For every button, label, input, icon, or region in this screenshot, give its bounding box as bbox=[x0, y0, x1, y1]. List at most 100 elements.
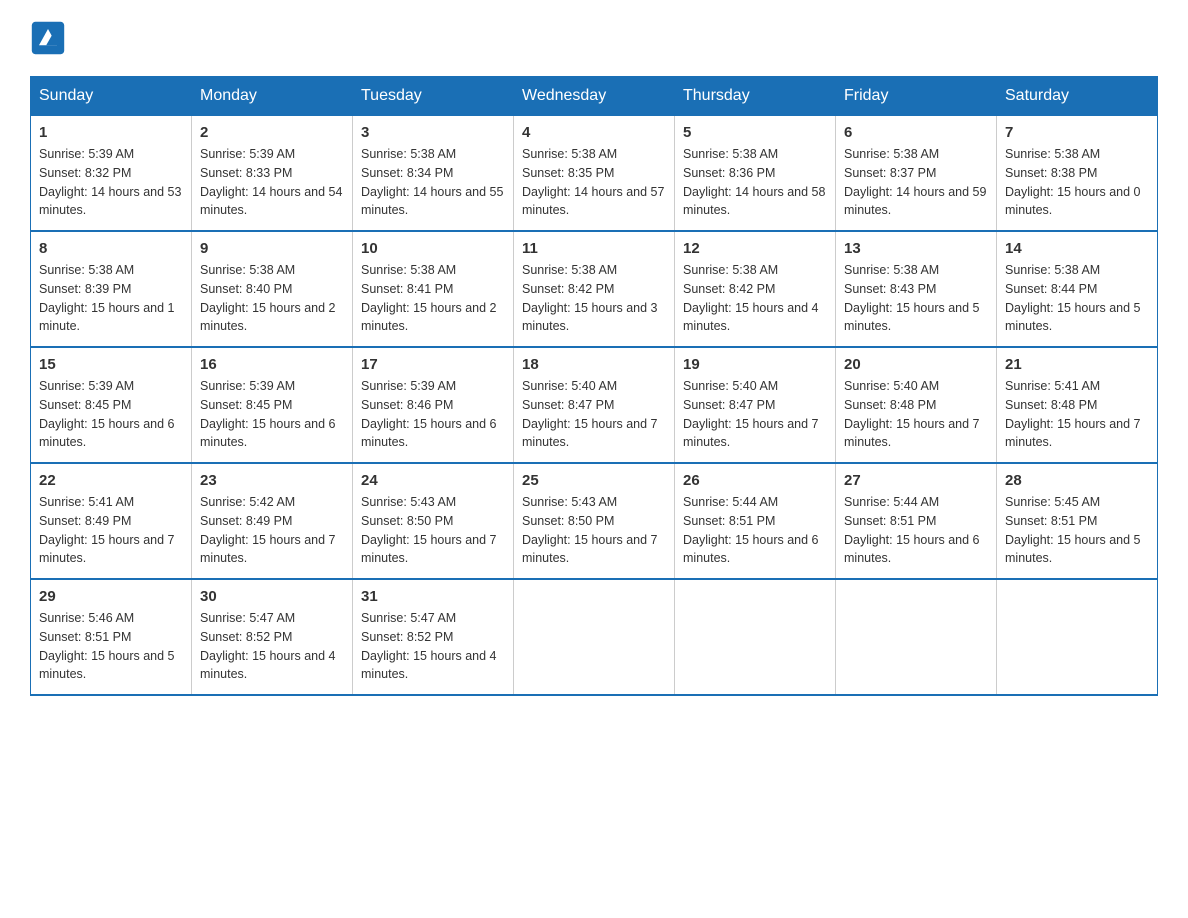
day-number: 17 bbox=[361, 356, 505, 373]
day-info: Sunrise: 5:44 AMSunset: 8:51 PMDaylight:… bbox=[844, 493, 988, 568]
day-info: Sunrise: 5:39 AMSunset: 8:46 PMDaylight:… bbox=[361, 377, 505, 452]
calendar-cell: 10 Sunrise: 5:38 AMSunset: 8:41 PMDaylig… bbox=[353, 231, 514, 347]
day-number: 18 bbox=[522, 356, 666, 373]
day-number: 12 bbox=[683, 240, 827, 257]
calendar-cell: 27 Sunrise: 5:44 AMSunset: 8:51 PMDaylig… bbox=[836, 463, 997, 579]
day-number: 16 bbox=[200, 356, 344, 373]
logo bbox=[30, 20, 70, 56]
day-info: Sunrise: 5:38 AMSunset: 8:35 PMDaylight:… bbox=[522, 145, 666, 220]
day-number: 7 bbox=[1005, 124, 1149, 141]
calendar-cell: 4 Sunrise: 5:38 AMSunset: 8:35 PMDayligh… bbox=[514, 116, 675, 232]
calendar-week-5: 29 Sunrise: 5:46 AMSunset: 8:51 PMDaylig… bbox=[31, 579, 1158, 695]
day-info: Sunrise: 5:38 AMSunset: 8:38 PMDaylight:… bbox=[1005, 145, 1149, 220]
day-number: 11 bbox=[522, 240, 666, 257]
day-info: Sunrise: 5:39 AMSunset: 8:32 PMDaylight:… bbox=[39, 145, 183, 220]
calendar-cell bbox=[997, 579, 1158, 695]
day-number: 29 bbox=[39, 588, 183, 605]
calendar-cell: 16 Sunrise: 5:39 AMSunset: 8:45 PMDaylig… bbox=[192, 347, 353, 463]
weekday-header-saturday: Saturday bbox=[997, 77, 1158, 116]
day-number: 10 bbox=[361, 240, 505, 257]
calendar-week-1: 1 Sunrise: 5:39 AMSunset: 8:32 PMDayligh… bbox=[31, 116, 1158, 232]
day-info: Sunrise: 5:38 AMSunset: 8:34 PMDaylight:… bbox=[361, 145, 505, 220]
day-number: 6 bbox=[844, 124, 988, 141]
calendar-week-4: 22 Sunrise: 5:41 AMSunset: 8:49 PMDaylig… bbox=[31, 463, 1158, 579]
calendar-cell bbox=[514, 579, 675, 695]
calendar-cell: 21 Sunrise: 5:41 AMSunset: 8:48 PMDaylig… bbox=[997, 347, 1158, 463]
day-info: Sunrise: 5:38 AMSunset: 8:36 PMDaylight:… bbox=[683, 145, 827, 220]
weekday-header-sunday: Sunday bbox=[31, 77, 192, 116]
day-info: Sunrise: 5:40 AMSunset: 8:48 PMDaylight:… bbox=[844, 377, 988, 452]
day-number: 22 bbox=[39, 472, 183, 489]
calendar-cell: 12 Sunrise: 5:38 AMSunset: 8:42 PMDaylig… bbox=[675, 231, 836, 347]
day-number: 1 bbox=[39, 124, 183, 141]
day-number: 2 bbox=[200, 124, 344, 141]
day-number: 24 bbox=[361, 472, 505, 489]
day-number: 19 bbox=[683, 356, 827, 373]
page-header bbox=[30, 20, 1158, 56]
day-number: 3 bbox=[361, 124, 505, 141]
calendar-cell: 28 Sunrise: 5:45 AMSunset: 8:51 PMDaylig… bbox=[997, 463, 1158, 579]
calendar-cell: 26 Sunrise: 5:44 AMSunset: 8:51 PMDaylig… bbox=[675, 463, 836, 579]
day-info: Sunrise: 5:39 AMSunset: 8:45 PMDaylight:… bbox=[39, 377, 183, 452]
calendar-cell: 3 Sunrise: 5:38 AMSunset: 8:34 PMDayligh… bbox=[353, 116, 514, 232]
day-info: Sunrise: 5:38 AMSunset: 8:42 PMDaylight:… bbox=[683, 261, 827, 336]
day-info: Sunrise: 5:39 AMSunset: 8:33 PMDaylight:… bbox=[200, 145, 344, 220]
calendar-cell: 20 Sunrise: 5:40 AMSunset: 8:48 PMDaylig… bbox=[836, 347, 997, 463]
day-number: 27 bbox=[844, 472, 988, 489]
calendar-week-2: 8 Sunrise: 5:38 AMSunset: 8:39 PMDayligh… bbox=[31, 231, 1158, 347]
day-info: Sunrise: 5:38 AMSunset: 8:41 PMDaylight:… bbox=[361, 261, 505, 336]
day-number: 25 bbox=[522, 472, 666, 489]
day-info: Sunrise: 5:46 AMSunset: 8:51 PMDaylight:… bbox=[39, 609, 183, 684]
day-info: Sunrise: 5:40 AMSunset: 8:47 PMDaylight:… bbox=[683, 377, 827, 452]
weekday-header-thursday: Thursday bbox=[675, 77, 836, 116]
calendar-cell: 6 Sunrise: 5:38 AMSunset: 8:37 PMDayligh… bbox=[836, 116, 997, 232]
day-number: 28 bbox=[1005, 472, 1149, 489]
calendar-cell: 30 Sunrise: 5:47 AMSunset: 8:52 PMDaylig… bbox=[192, 579, 353, 695]
day-info: Sunrise: 5:41 AMSunset: 8:49 PMDaylight:… bbox=[39, 493, 183, 568]
day-info: Sunrise: 5:38 AMSunset: 8:37 PMDaylight:… bbox=[844, 145, 988, 220]
day-info: Sunrise: 5:38 AMSunset: 8:44 PMDaylight:… bbox=[1005, 261, 1149, 336]
calendar-cell: 22 Sunrise: 5:41 AMSunset: 8:49 PMDaylig… bbox=[31, 463, 192, 579]
logo-icon bbox=[30, 20, 66, 56]
day-number: 8 bbox=[39, 240, 183, 257]
calendar-week-3: 15 Sunrise: 5:39 AMSunset: 8:45 PMDaylig… bbox=[31, 347, 1158, 463]
calendar-cell: 5 Sunrise: 5:38 AMSunset: 8:36 PMDayligh… bbox=[675, 116, 836, 232]
calendar-cell: 11 Sunrise: 5:38 AMSunset: 8:42 PMDaylig… bbox=[514, 231, 675, 347]
calendar-cell: 23 Sunrise: 5:42 AMSunset: 8:49 PMDaylig… bbox=[192, 463, 353, 579]
calendar-cell: 24 Sunrise: 5:43 AMSunset: 8:50 PMDaylig… bbox=[353, 463, 514, 579]
calendar-cell: 2 Sunrise: 5:39 AMSunset: 8:33 PMDayligh… bbox=[192, 116, 353, 232]
calendar-cell: 17 Sunrise: 5:39 AMSunset: 8:46 PMDaylig… bbox=[353, 347, 514, 463]
day-info: Sunrise: 5:47 AMSunset: 8:52 PMDaylight:… bbox=[200, 609, 344, 684]
calendar-table: SundayMondayTuesdayWednesdayThursdayFrid… bbox=[30, 76, 1158, 696]
calendar-cell: 15 Sunrise: 5:39 AMSunset: 8:45 PMDaylig… bbox=[31, 347, 192, 463]
day-number: 9 bbox=[200, 240, 344, 257]
calendar-cell: 18 Sunrise: 5:40 AMSunset: 8:47 PMDaylig… bbox=[514, 347, 675, 463]
weekday-header-tuesday: Tuesday bbox=[353, 77, 514, 116]
day-info: Sunrise: 5:38 AMSunset: 8:40 PMDaylight:… bbox=[200, 261, 344, 336]
day-info: Sunrise: 5:38 AMSunset: 8:43 PMDaylight:… bbox=[844, 261, 988, 336]
day-number: 13 bbox=[844, 240, 988, 257]
calendar-cell: 8 Sunrise: 5:38 AMSunset: 8:39 PMDayligh… bbox=[31, 231, 192, 347]
day-number: 20 bbox=[844, 356, 988, 373]
day-number: 26 bbox=[683, 472, 827, 489]
day-number: 14 bbox=[1005, 240, 1149, 257]
day-number: 23 bbox=[200, 472, 344, 489]
calendar-cell bbox=[675, 579, 836, 695]
day-number: 31 bbox=[361, 588, 505, 605]
calendar-cell: 13 Sunrise: 5:38 AMSunset: 8:43 PMDaylig… bbox=[836, 231, 997, 347]
day-info: Sunrise: 5:38 AMSunset: 8:42 PMDaylight:… bbox=[522, 261, 666, 336]
day-number: 4 bbox=[522, 124, 666, 141]
day-info: Sunrise: 5:41 AMSunset: 8:48 PMDaylight:… bbox=[1005, 377, 1149, 452]
calendar-cell: 29 Sunrise: 5:46 AMSunset: 8:51 PMDaylig… bbox=[31, 579, 192, 695]
day-info: Sunrise: 5:38 AMSunset: 8:39 PMDaylight:… bbox=[39, 261, 183, 336]
day-info: Sunrise: 5:39 AMSunset: 8:45 PMDaylight:… bbox=[200, 377, 344, 452]
day-info: Sunrise: 5:42 AMSunset: 8:49 PMDaylight:… bbox=[200, 493, 344, 568]
day-info: Sunrise: 5:40 AMSunset: 8:47 PMDaylight:… bbox=[522, 377, 666, 452]
calendar-cell: 9 Sunrise: 5:38 AMSunset: 8:40 PMDayligh… bbox=[192, 231, 353, 347]
day-info: Sunrise: 5:45 AMSunset: 8:51 PMDaylight:… bbox=[1005, 493, 1149, 568]
weekday-header-row: SundayMondayTuesdayWednesdayThursdayFrid… bbox=[31, 77, 1158, 116]
calendar-cell: 19 Sunrise: 5:40 AMSunset: 8:47 PMDaylig… bbox=[675, 347, 836, 463]
calendar-cell: 7 Sunrise: 5:38 AMSunset: 8:38 PMDayligh… bbox=[997, 116, 1158, 232]
day-info: Sunrise: 5:47 AMSunset: 8:52 PMDaylight:… bbox=[361, 609, 505, 684]
day-number: 15 bbox=[39, 356, 183, 373]
